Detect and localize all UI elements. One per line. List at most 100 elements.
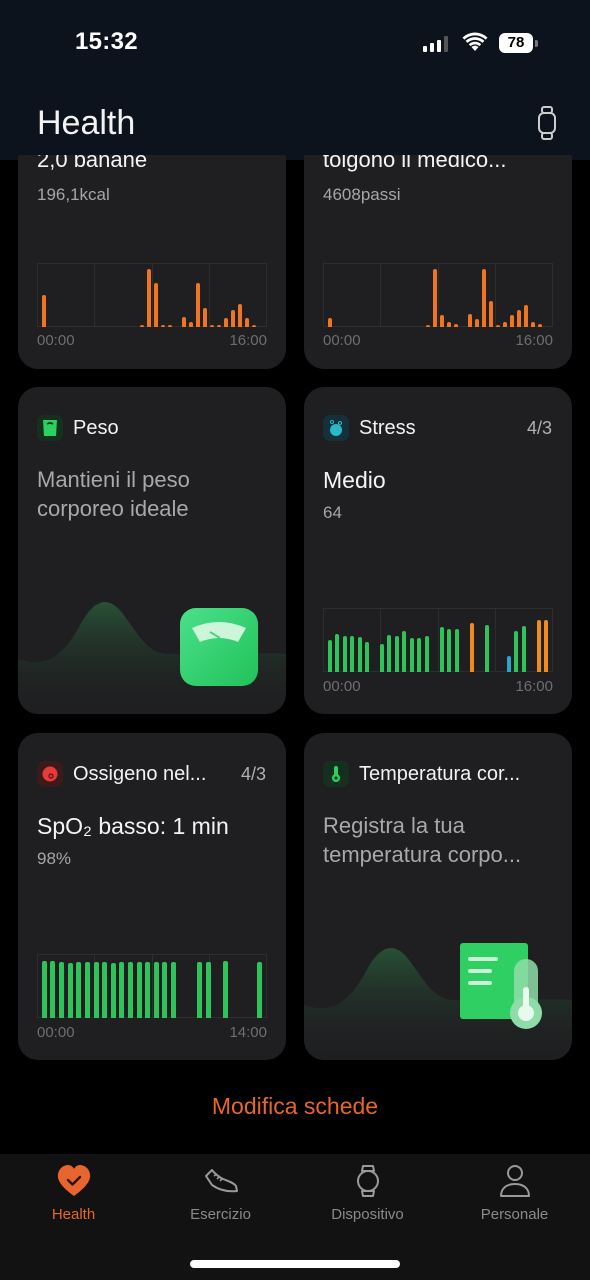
stress-value: Medio — [323, 467, 386, 493]
chart-bar — [160, 324, 165, 327]
chart-bar — [59, 961, 65, 1018]
chart-bar — [506, 656, 511, 672]
chart-bar — [453, 323, 458, 327]
chart-bar — [181, 316, 186, 327]
tab-personal[interactable]: Personale — [441, 1164, 588, 1223]
chart-bar — [167, 325, 172, 327]
temperature-card-name: Temperatura cor... — [359, 762, 521, 785]
chart-bar — [153, 282, 158, 327]
chart-bar — [521, 626, 526, 672]
stress-axis-end: 16:00 — [515, 678, 553, 695]
chart-bar — [342, 636, 347, 672]
chart-gridline — [495, 608, 496, 672]
chart-bar — [439, 627, 444, 672]
chart-bar — [474, 318, 479, 327]
stress-icon — [323, 415, 349, 441]
chart-gridline — [152, 954, 153, 1018]
steps-subtitle: 4608passi — [323, 185, 401, 204]
temperature-illustration — [460, 943, 542, 1029]
chart-bar — [357, 636, 362, 672]
chart-bar — [350, 636, 355, 672]
stress-card-name: Stress — [359, 416, 416, 439]
chart-bar — [222, 961, 228, 1018]
oxygen-chart — [37, 954, 267, 1018]
chart-bar — [145, 961, 151, 1018]
home-indicator — [190, 1260, 400, 1268]
stress-axis-start: 00:00 — [323, 678, 361, 695]
chart-bar — [537, 323, 542, 327]
chart-bar — [171, 962, 177, 1018]
scale-icon — [37, 415, 63, 441]
chart-bar — [205, 961, 211, 1018]
chart-bar — [67, 962, 73, 1018]
chart-bar — [447, 628, 452, 672]
temperature-card-header: Temperatura cor... — [323, 761, 520, 787]
chart-bar — [237, 303, 242, 327]
page-title: Health — [37, 104, 136, 142]
oxygen-card[interactable]: Ossigeno nel... 4/3 SpO₂ basso: 1 min 98… — [18, 733, 286, 1060]
weight-card-name: Peso — [73, 416, 119, 439]
chart-bar — [502, 322, 507, 327]
wifi-icon — [462, 32, 488, 51]
chart-bar — [84, 961, 90, 1018]
chart-bar — [495, 325, 500, 327]
chart-bar — [365, 642, 370, 672]
chart-bar — [439, 315, 444, 327]
tab-label: Esercizio — [190, 1206, 251, 1223]
chart-bar — [216, 324, 221, 327]
chart-bar — [327, 317, 332, 327]
shoe-icon — [204, 1169, 238, 1193]
chart-bar — [153, 961, 159, 1018]
chart-bar — [432, 269, 437, 327]
weight-description: Mantieni il peso corporeo ideale — [37, 467, 190, 521]
tab-label: Health — [51, 1206, 96, 1223]
chart-bar — [446, 322, 451, 327]
chart-bar — [509, 315, 514, 327]
chart-bar — [257, 961, 263, 1018]
health-cards-scroll[interactable]: 2,0 banane 196,1kcal 00:00 16:00 tolgono… — [0, 155, 590, 1155]
tab-label: Personale — [480, 1206, 549, 1223]
tab-device[interactable]: Dispositivo — [294, 1164, 441, 1223]
chart-bar — [93, 961, 99, 1018]
scale-illustration — [180, 608, 258, 686]
tab-exercise[interactable]: Esercizio — [147, 1164, 294, 1223]
stress-card-header: Stress — [323, 415, 416, 441]
chart-bar — [196, 961, 202, 1018]
oxygen-card-header: Ossigeno nel... — [37, 761, 206, 787]
status-bar: 15:32 78 — [0, 0, 590, 90]
chart-bar — [484, 625, 489, 672]
chart-bar — [188, 322, 193, 327]
chart-bar — [136, 961, 142, 1018]
temperature-card[interactable]: Temperatura cor... Registra la tua tempe… — [304, 733, 572, 1060]
chart-bar — [162, 961, 168, 1018]
chart-bar — [195, 282, 200, 327]
chart-bar — [530, 322, 535, 327]
chart-bar — [402, 630, 407, 672]
oxygen-value: SpO₂ basso: 1 min — [37, 813, 229, 839]
steps-axis-start: 00:00 — [323, 332, 361, 349]
chart-bar — [544, 619, 549, 672]
battery-tip — [535, 40, 538, 47]
chart-bar — [223, 317, 228, 327]
stress-chart — [323, 608, 553, 672]
weight-card[interactable]: Peso Mantieni il peso corporeo ideale — [18, 387, 286, 714]
chart-gridline — [438, 608, 439, 672]
edit-cards-link[interactable]: Modifica schede — [0, 1093, 590, 1120]
calories-card[interactable]: 2,0 banane 196,1kcal 00:00 16:00 — [18, 155, 286, 369]
chart-bar — [251, 325, 256, 327]
chart-bar — [409, 637, 414, 672]
watch-icon — [356, 1165, 379, 1197]
steps-card[interactable]: tolgono il medico... 4608passi 00:00 16:… — [304, 155, 572, 369]
chart-bar — [424, 636, 429, 672]
chart-bar — [127, 961, 133, 1018]
chart-gridline — [495, 263, 496, 327]
status-time: 15:32 — [75, 28, 138, 55]
oxygen-axis-end: 14:00 — [229, 1024, 267, 1041]
stress-card[interactable]: Stress 4/3 Medio 64 00:00 16:00 — [304, 387, 572, 714]
tab-health[interactable]: Health — [0, 1164, 147, 1223]
stress-score: 64 — [323, 503, 342, 522]
calories-axis-start: 00:00 — [37, 332, 75, 349]
device-watch-icon[interactable] — [536, 106, 558, 140]
chart-bar — [41, 961, 47, 1018]
chart-bar — [102, 962, 108, 1018]
